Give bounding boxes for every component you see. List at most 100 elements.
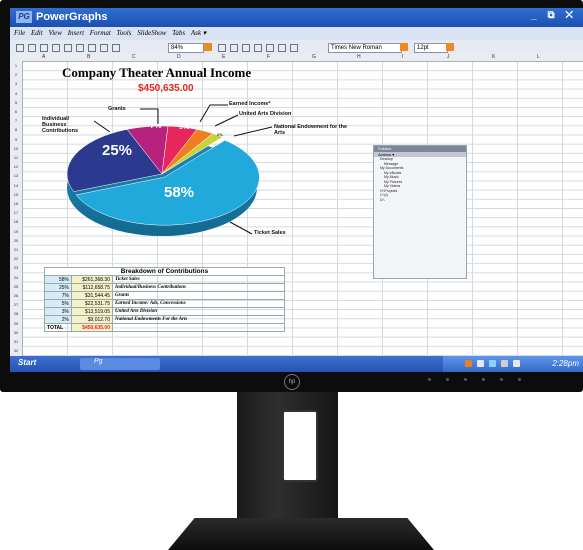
open-icon[interactable] <box>28 44 36 52</box>
cell-amount[interactable]: $261,368.30 <box>71 275 113 284</box>
paste-icon[interactable] <box>88 44 96 52</box>
table-row[interactable]: 25% $112,658.75 Individual/Business Contri… <box>44 283 285 292</box>
table-row[interactable]: 5% $22,531.75 Earned Income: Ads, Concessi… <box>44 299 285 308</box>
italic-icon[interactable] <box>230 44 238 52</box>
column-label[interactable]: K <box>492 54 495 60</box>
undo-icon[interactable] <box>100 44 108 52</box>
tray-security-icon[interactable] <box>501 360 508 367</box>
font-select[interactable]: Times New Roman <box>328 43 402 53</box>
tray-app-icon[interactable] <box>465 360 472 367</box>
cell-desc[interactable]: Ticket Sales <box>112 275 285 284</box>
column-label[interactable]: J <box>447 54 450 60</box>
menu-tools[interactable]: Tools <box>117 27 132 40</box>
menu-view[interactable]: View <box>48 27 61 40</box>
font-dropdown-icon[interactable] <box>400 43 408 51</box>
monitor-button[interactable] <box>428 378 431 381</box>
save-icon[interactable] <box>40 44 48 52</box>
column-label[interactable]: G <box>312 54 316 60</box>
border-icon[interactable] <box>290 44 298 52</box>
new-icon[interactable] <box>16 44 24 52</box>
pie-chart[interactable] <box>10 84 350 274</box>
copy-icon[interactable] <box>76 44 84 52</box>
print-icon[interactable] <box>52 44 60 52</box>
menu-slideshow[interactable]: SlideShow <box>137 27 166 40</box>
cell-desc[interactable]: Grants <box>112 291 285 300</box>
row-label[interactable]: 26 <box>10 293 22 298</box>
cell-desc[interactable]: National Endowments For the Arts <box>112 315 285 324</box>
menu-edit[interactable]: Edit <box>31 27 43 40</box>
row-label[interactable]: 27 <box>10 302 22 307</box>
cell-pct[interactable]: 3% <box>44 307 72 316</box>
column-label[interactable]: D <box>177 54 181 60</box>
cell-desc[interactable]: Individual/Business Contributions <box>112 283 285 292</box>
fill-icon[interactable] <box>278 44 286 52</box>
monitor-button[interactable] <box>464 378 467 381</box>
menu-file[interactable]: File <box>14 27 25 40</box>
row-label[interactable]: 1 <box>10 63 22 68</box>
column-label[interactable]: B <box>87 54 90 60</box>
row-label[interactable]: 32 <box>10 348 22 353</box>
row-label[interactable]: 29 <box>10 321 22 326</box>
table-row[interactable]: 3% $13,519.05 United Arts Division <box>44 307 285 316</box>
monitor-button[interactable] <box>518 378 521 381</box>
cell-amount[interactable]: $22,531.75 <box>71 299 113 308</box>
underline-icon[interactable] <box>242 44 250 52</box>
folder-item[interactable]: D:\ <box>374 198 466 203</box>
cell-pct[interactable]: 5% <box>44 299 72 308</box>
window-controls[interactable]: _ ⧉ ✕ <box>531 10 577 21</box>
folders-panel[interactable]: Folders Actions ▾ Desktop Message My Doc… <box>373 145 467 279</box>
clock[interactable]: 2:28pm <box>552 359 579 368</box>
cell-pct[interactable]: 58% <box>44 275 72 284</box>
row-label[interactable]: 24 <box>10 275 22 280</box>
table-total-row[interactable]: TOTAL $450,635.00 <box>44 323 285 332</box>
row-label[interactable]: 25 <box>10 284 22 289</box>
menu-format[interactable]: Format <box>90 27 111 40</box>
spreadsheet-grid[interactable]: ABCDEFGHIJKL 1 2 3 4 5 6 7 8 9 10 11 12 13 14 15 16 17 18… <box>10 54 583 356</box>
monitor-button[interactable] <box>500 378 503 381</box>
size-select[interactable]: 12pt <box>414 43 448 53</box>
table-row[interactable]: 7% $31,544.45 Grants <box>44 291 285 300</box>
tray-volume-icon[interactable] <box>489 360 496 367</box>
tray-network-icon[interactable] <box>477 360 484 367</box>
cell-amount[interactable]: $9,012.70 <box>71 315 113 324</box>
column-label[interactable]: C <box>132 54 136 60</box>
column-label[interactable]: I <box>402 54 403 60</box>
row-label[interactable]: 30 <box>10 330 22 335</box>
table-row[interactable]: 58% $261,368.30 Ticket Sales <box>44 275 285 284</box>
taskbar-app-button[interactable]: Pg <box>80 358 160 370</box>
menu-ask[interactable]: Ask ▾ <box>191 27 206 40</box>
row-label[interactable]: 2 <box>10 72 22 77</box>
redo-icon[interactable] <box>112 44 120 52</box>
cell-pct[interactable]: 7% <box>44 291 72 300</box>
tray-display-icon[interactable] <box>513 360 520 367</box>
column-label[interactable]: F <box>267 54 270 60</box>
cell-amount[interactable]: $13,519.05 <box>71 307 113 316</box>
monitor-button[interactable] <box>446 378 449 381</box>
row-label[interactable]: 31 <box>10 339 22 344</box>
cell-empty[interactable] <box>112 323 285 332</box>
cut-icon[interactable] <box>64 44 72 52</box>
zoom-select[interactable]: 84% <box>168 43 204 53</box>
menu-tabs[interactable]: Tabs <box>172 27 185 40</box>
bold-icon[interactable] <box>218 44 226 52</box>
cell-pct[interactable]: 25% <box>44 283 72 292</box>
cell-desc[interactable]: Earned Income: Ads, Concessions <box>112 299 285 308</box>
text-color-icon[interactable] <box>266 44 274 52</box>
row-label[interactable]: 28 <box>10 311 22 316</box>
cell-total-amount[interactable]: $450,635.00 <box>71 323 113 332</box>
monitor-button[interactable] <box>482 378 485 381</box>
menu-insert[interactable]: Insert <box>68 27 84 40</box>
column-label[interactable]: A <box>42 54 45 60</box>
cell-pct[interactable]: 2% <box>44 315 72 324</box>
size-dropdown-icon[interactable] <box>446 43 454 51</box>
zoom-dropdown-icon[interactable] <box>204 43 212 51</box>
table-row[interactable]: 2% $9,012.70 National Endowments For the A… <box>44 315 285 324</box>
column-label[interactable]: L <box>537 54 540 60</box>
align-icon[interactable] <box>254 44 262 52</box>
column-label[interactable]: H <box>357 54 361 60</box>
cell-amount[interactable]: $31,544.45 <box>71 291 113 300</box>
cell-desc[interactable]: United Arts Division <box>112 307 285 316</box>
start-button[interactable]: Start <box>18 358 36 367</box>
cell-amount[interactable]: $112,658.75 <box>71 283 113 292</box>
column-label[interactable]: E <box>222 54 225 60</box>
